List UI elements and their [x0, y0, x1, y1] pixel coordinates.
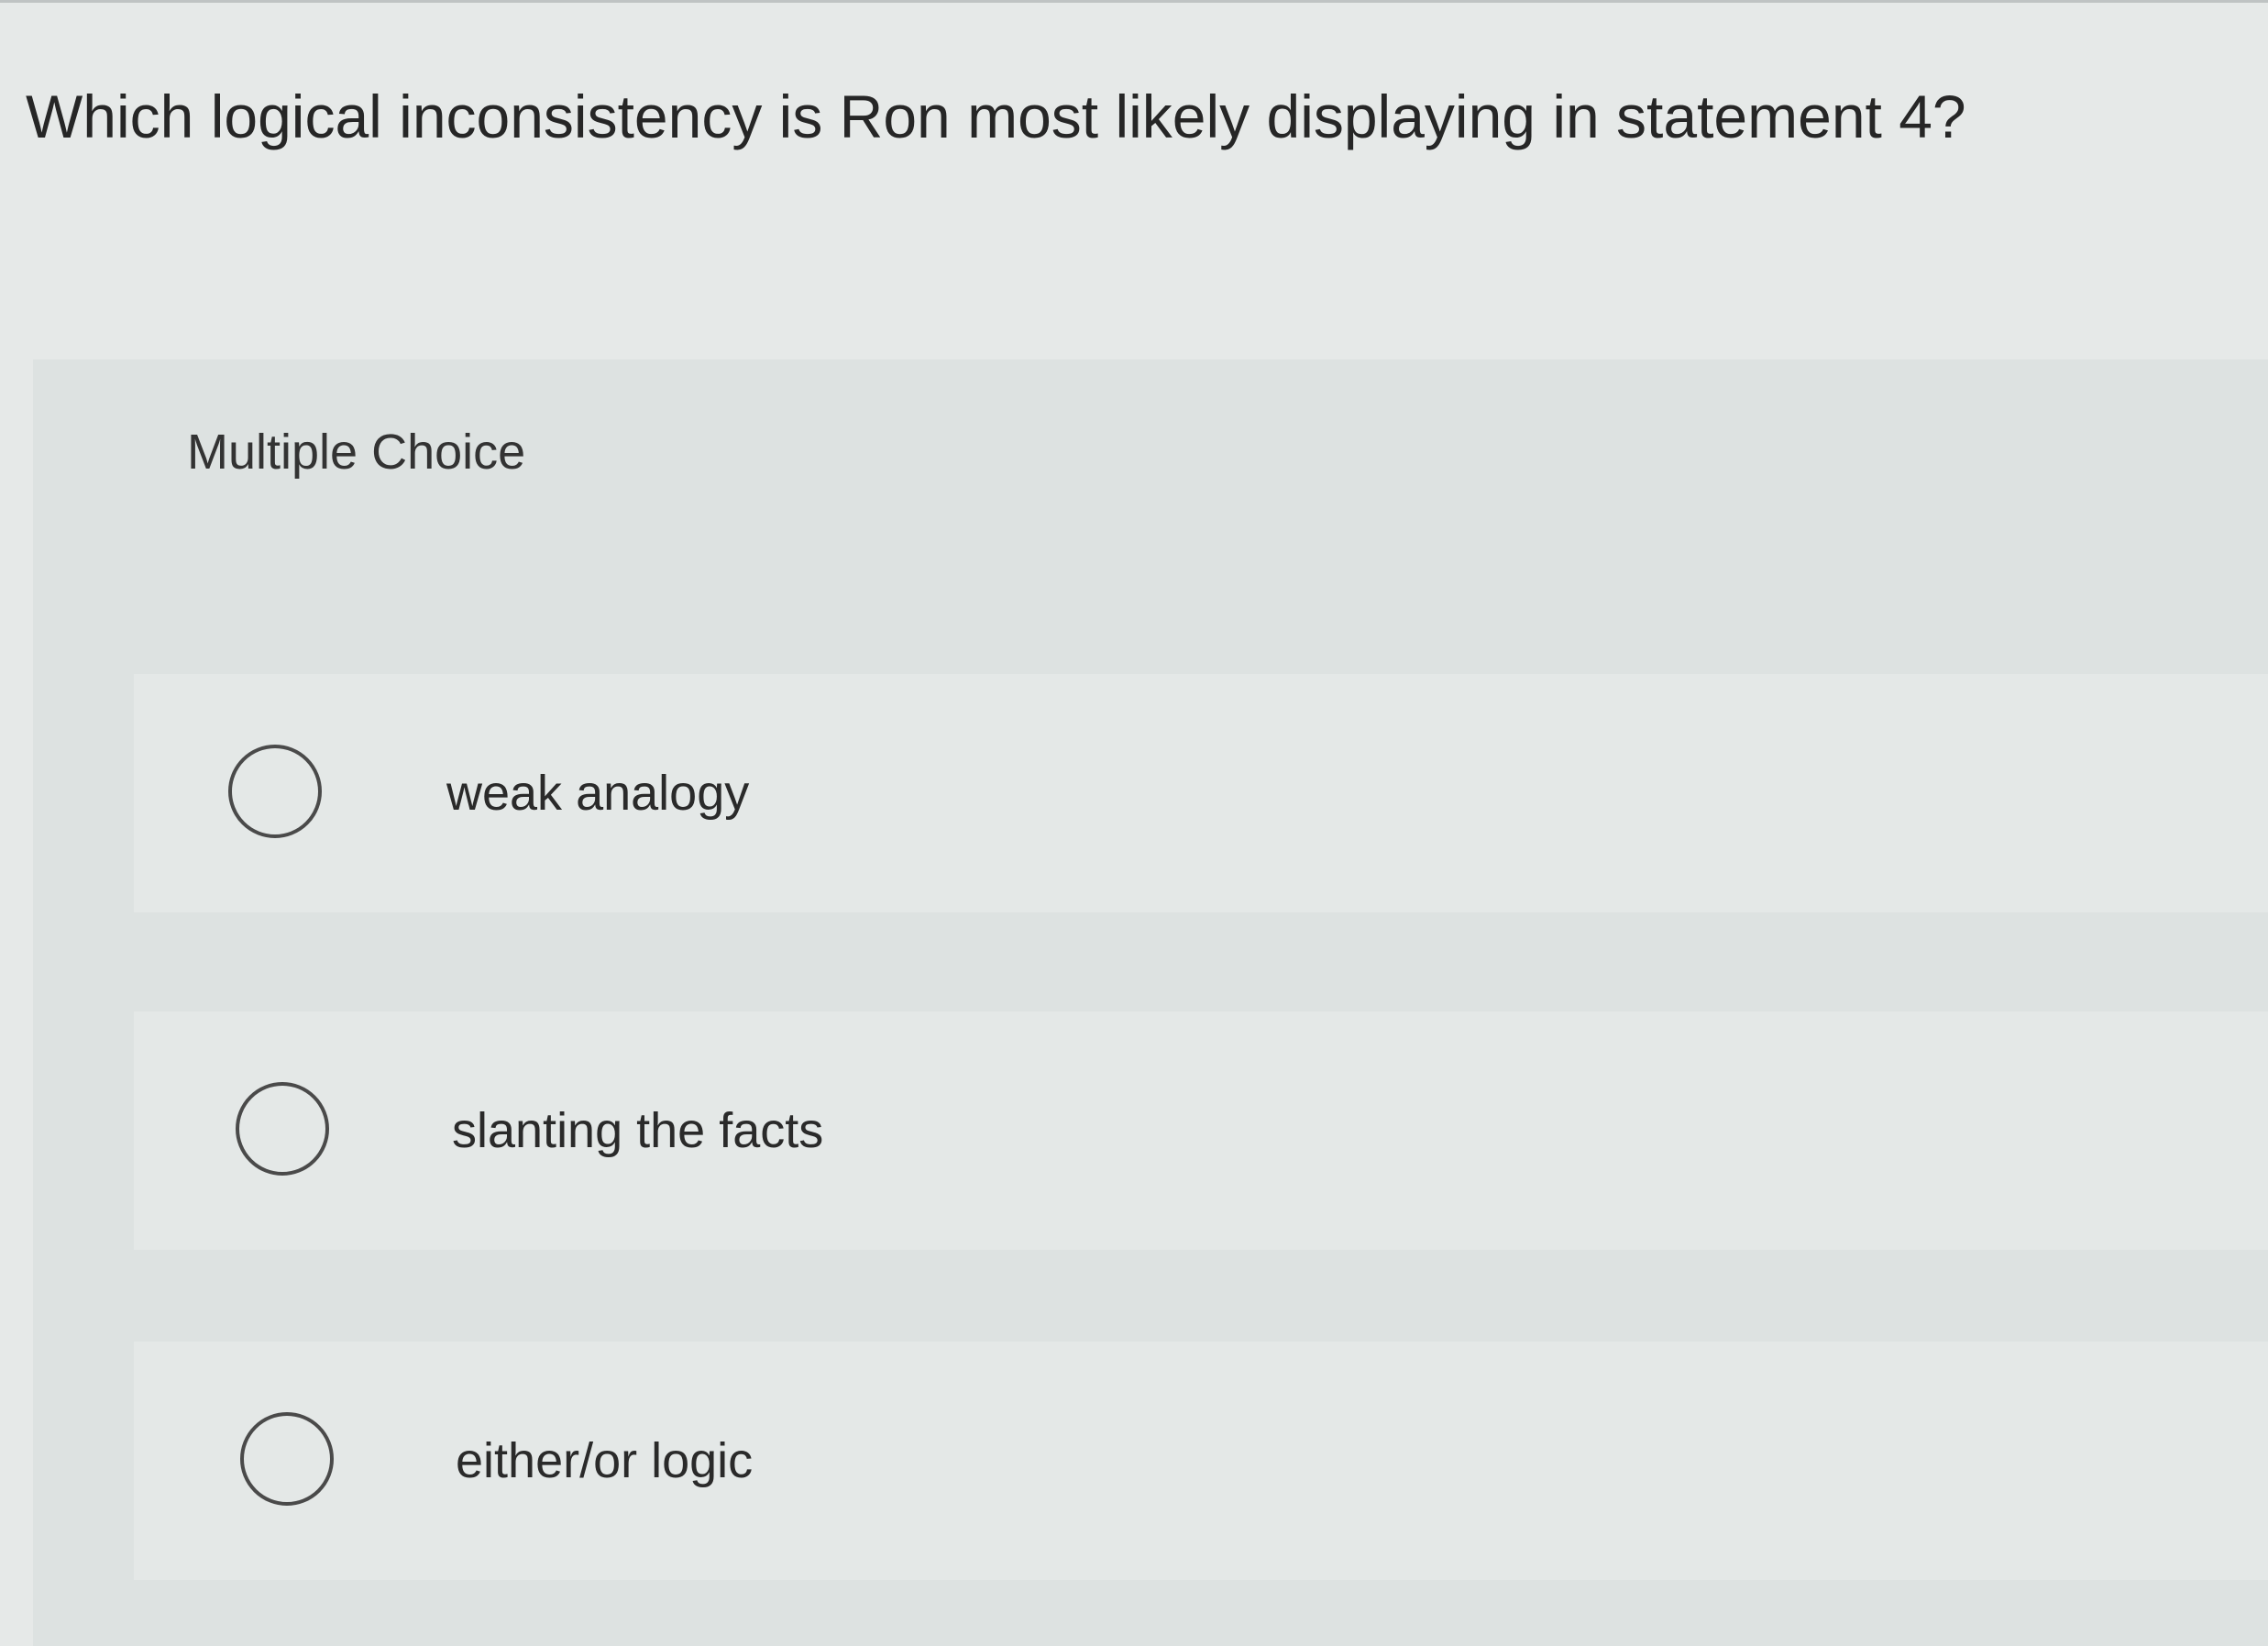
radio-button-icon[interactable] — [228, 745, 322, 838]
radio-button-icon[interactable] — [240, 1412, 334, 1506]
choice-option-slanting-the-facts[interactable]: slanting the facts — [134, 1011, 2268, 1250]
top-divider — [0, 0, 2268, 3]
question-text: Which logical inconsistency is Ron most … — [26, 83, 1966, 150]
multiple-choice-heading: Multiple Choice — [187, 425, 526, 480]
choice-option-weak-analogy[interactable]: weak analogy — [134, 674, 2268, 912]
radio-button-icon[interactable] — [236, 1082, 329, 1176]
choice-label: weak analogy — [446, 766, 750, 821]
choice-label: either/or logic — [456, 1433, 754, 1488]
choice-option-either-or-logic[interactable]: either/or logic — [134, 1342, 2268, 1580]
choice-label: slanting the facts — [452, 1103, 824, 1158]
